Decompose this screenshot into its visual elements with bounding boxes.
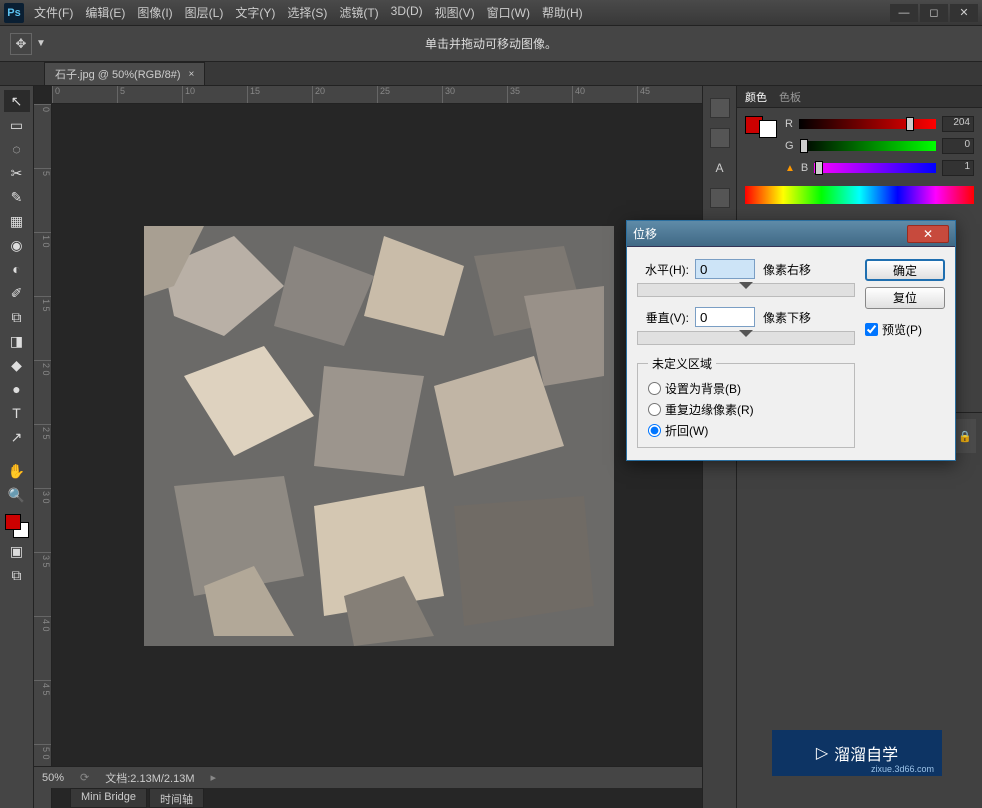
watermark: ▷溜溜自学 zixue.3d66.com	[772, 730, 942, 776]
vertical-ruler: 051 01 52 02 53 03 54 04 55 0	[34, 104, 52, 808]
close-button[interactable]: ✕	[950, 4, 978, 22]
group-legend: 未定义区域	[648, 355, 716, 372]
zoom-level[interactable]: 50%	[42, 772, 64, 784]
menu-3d[interactable]: 3D(D)	[391, 4, 423, 21]
actions-panel-icon[interactable]	[710, 128, 730, 148]
paragraph-panel-icon[interactable]	[710, 188, 730, 208]
document-tab[interactable]: 石子.jpg @ 50%(RGB/8#) ×	[44, 62, 205, 85]
preview-label: 预览(P)	[882, 321, 922, 338]
menu-select[interactable]: 选择(S)	[287, 4, 327, 21]
screenmode-icon[interactable]: ⧉	[4, 564, 30, 586]
stamp-tool[interactable]: ◐	[4, 258, 30, 280]
menu-edit[interactable]: 编辑(E)	[85, 4, 125, 21]
character-panel-icon[interactable]: A	[710, 158, 730, 178]
app-logo: Ps	[4, 3, 24, 23]
history-panel-icon[interactable]	[710, 98, 730, 118]
close-tab-icon[interactable]: ×	[189, 69, 195, 80]
horizontal-input[interactable]	[695, 259, 755, 279]
crop-tool[interactable]: ✂	[4, 162, 30, 184]
quickmask-icon[interactable]: ▣	[4, 540, 30, 562]
blue-value[interactable]: 1	[942, 160, 974, 176]
g-label: G	[785, 140, 794, 152]
tab-mini-bridge[interactable]: Mini Bridge	[70, 788, 147, 808]
horizontal-unit: 像素右移	[763, 261, 811, 278]
move-tool[interactable]: ↖	[4, 90, 30, 112]
blue-slider[interactable]	[814, 163, 936, 173]
vertical-input[interactable]	[695, 307, 755, 327]
undefined-area-group: 未定义区域 设置为背景(B) 重复边缘像素(R) 折回(W)	[637, 355, 855, 448]
spectrum-bar[interactable]	[745, 186, 974, 204]
doc-size: 文档:2.13M/2.13M	[105, 770, 194, 786]
brush-tool[interactable]: ◉	[4, 234, 30, 256]
minimize-button[interactable]: —	[890, 4, 918, 22]
lasso-tool[interactable]: ◌	[4, 138, 30, 160]
menu-filter[interactable]: 滤镜(T)	[339, 4, 378, 21]
blur-tool[interactable]: ◆	[4, 354, 30, 376]
lock-icon: 🔒	[958, 430, 972, 443]
marquee-tool[interactable]: ▭	[4, 114, 30, 136]
menu-view[interactable]: 视图(V)	[435, 4, 475, 21]
red-slider[interactable]	[799, 119, 936, 129]
menu-window[interactable]: 窗口(W)	[487, 4, 530, 21]
radio-repeat-edge[interactable]	[648, 403, 661, 416]
green-slider[interactable]	[800, 141, 936, 151]
eyedropper-tool[interactable]: ✎	[4, 186, 30, 208]
menu-help[interactable]: 帮助(H)	[542, 4, 583, 21]
move-tool-icon[interactable]: ✥	[10, 33, 32, 55]
tab-timeline[interactable]: 时间轴	[149, 788, 204, 808]
maximize-button[interactable]: ◻	[920, 4, 948, 22]
type-tool[interactable]: T	[4, 402, 30, 424]
preview-checkbox[interactable]	[865, 323, 878, 336]
offset-dialog: 位移 ✕ 水平(H): 像素右移 垂直(V): 像素下移 未定义区域 设置为背景…	[626, 220, 956, 461]
color-tab[interactable]: 颜色	[745, 89, 767, 105]
b-label: B	[801, 162, 808, 174]
menu-file[interactable]: 文件(F)	[34, 4, 73, 21]
ok-button[interactable]: 确定	[865, 259, 945, 281]
green-value[interactable]: 0	[942, 138, 974, 154]
horizontal-label: 水平(H):	[637, 261, 689, 278]
hand-tool[interactable]: ✋	[4, 460, 30, 482]
main-menu: 文件(F) 编辑(E) 图像(I) 图层(L) 文字(Y) 选择(S) 滤镜(T…	[34, 4, 583, 21]
foreground-color-swatch[interactable]	[5, 514, 21, 530]
reset-button[interactable]: 复位	[865, 287, 945, 309]
r-label: R	[785, 118, 793, 130]
canvas-image[interactable]	[144, 226, 614, 646]
vertical-slider[interactable]	[637, 331, 855, 345]
eraser-tool[interactable]: ⧉	[4, 306, 30, 328]
menu-image[interactable]: 图像(I)	[137, 4, 172, 21]
vertical-label: 垂直(V):	[637, 309, 689, 326]
horizontal-ruler: 051015202530354045	[52, 86, 702, 104]
zoom-tool[interactable]: 🔍	[4, 484, 30, 506]
red-value[interactable]: 204	[942, 116, 974, 132]
path-tool[interactable]: ↗	[4, 426, 30, 448]
dialog-title: 位移	[633, 225, 657, 242]
document-tab-label: 石子.jpg @ 50%(RGB/8#)	[55, 66, 181, 82]
color-swatches[interactable]	[5, 514, 29, 538]
color-panel-swatches[interactable]	[745, 116, 777, 174]
toolbox: ↖ ▭ ◌ ✂ ✎ ▦ ◉ ◐ ✐ ⧉ ◨ ◆ ● T ↗ ✋ 🔍 ▣ ⧉	[0, 86, 34, 808]
radio-wrap[interactable]	[648, 424, 661, 437]
healing-tool[interactable]: ▦	[4, 210, 30, 232]
gradient-tool[interactable]: ◨	[4, 330, 30, 352]
menu-layer[interactable]: 图层(L)	[185, 4, 224, 21]
vertical-unit: 像素下移	[763, 309, 811, 326]
swatches-tab[interactable]: 色板	[779, 89, 801, 105]
history-brush-tool[interactable]: ✐	[4, 282, 30, 304]
dialog-close-button[interactable]: ✕	[907, 225, 949, 243]
menu-type[interactable]: 文字(Y)	[235, 4, 275, 21]
radio-background[interactable]	[648, 382, 661, 395]
status-bar: 50% ⟳ 文档:2.13M/2.13M ▸	[34, 766, 702, 788]
horizontal-slider[interactable]	[637, 283, 855, 297]
options-hint: 单击并拖动可移动图像。	[425, 35, 557, 52]
pen-tool[interactable]: ●	[4, 378, 30, 400]
